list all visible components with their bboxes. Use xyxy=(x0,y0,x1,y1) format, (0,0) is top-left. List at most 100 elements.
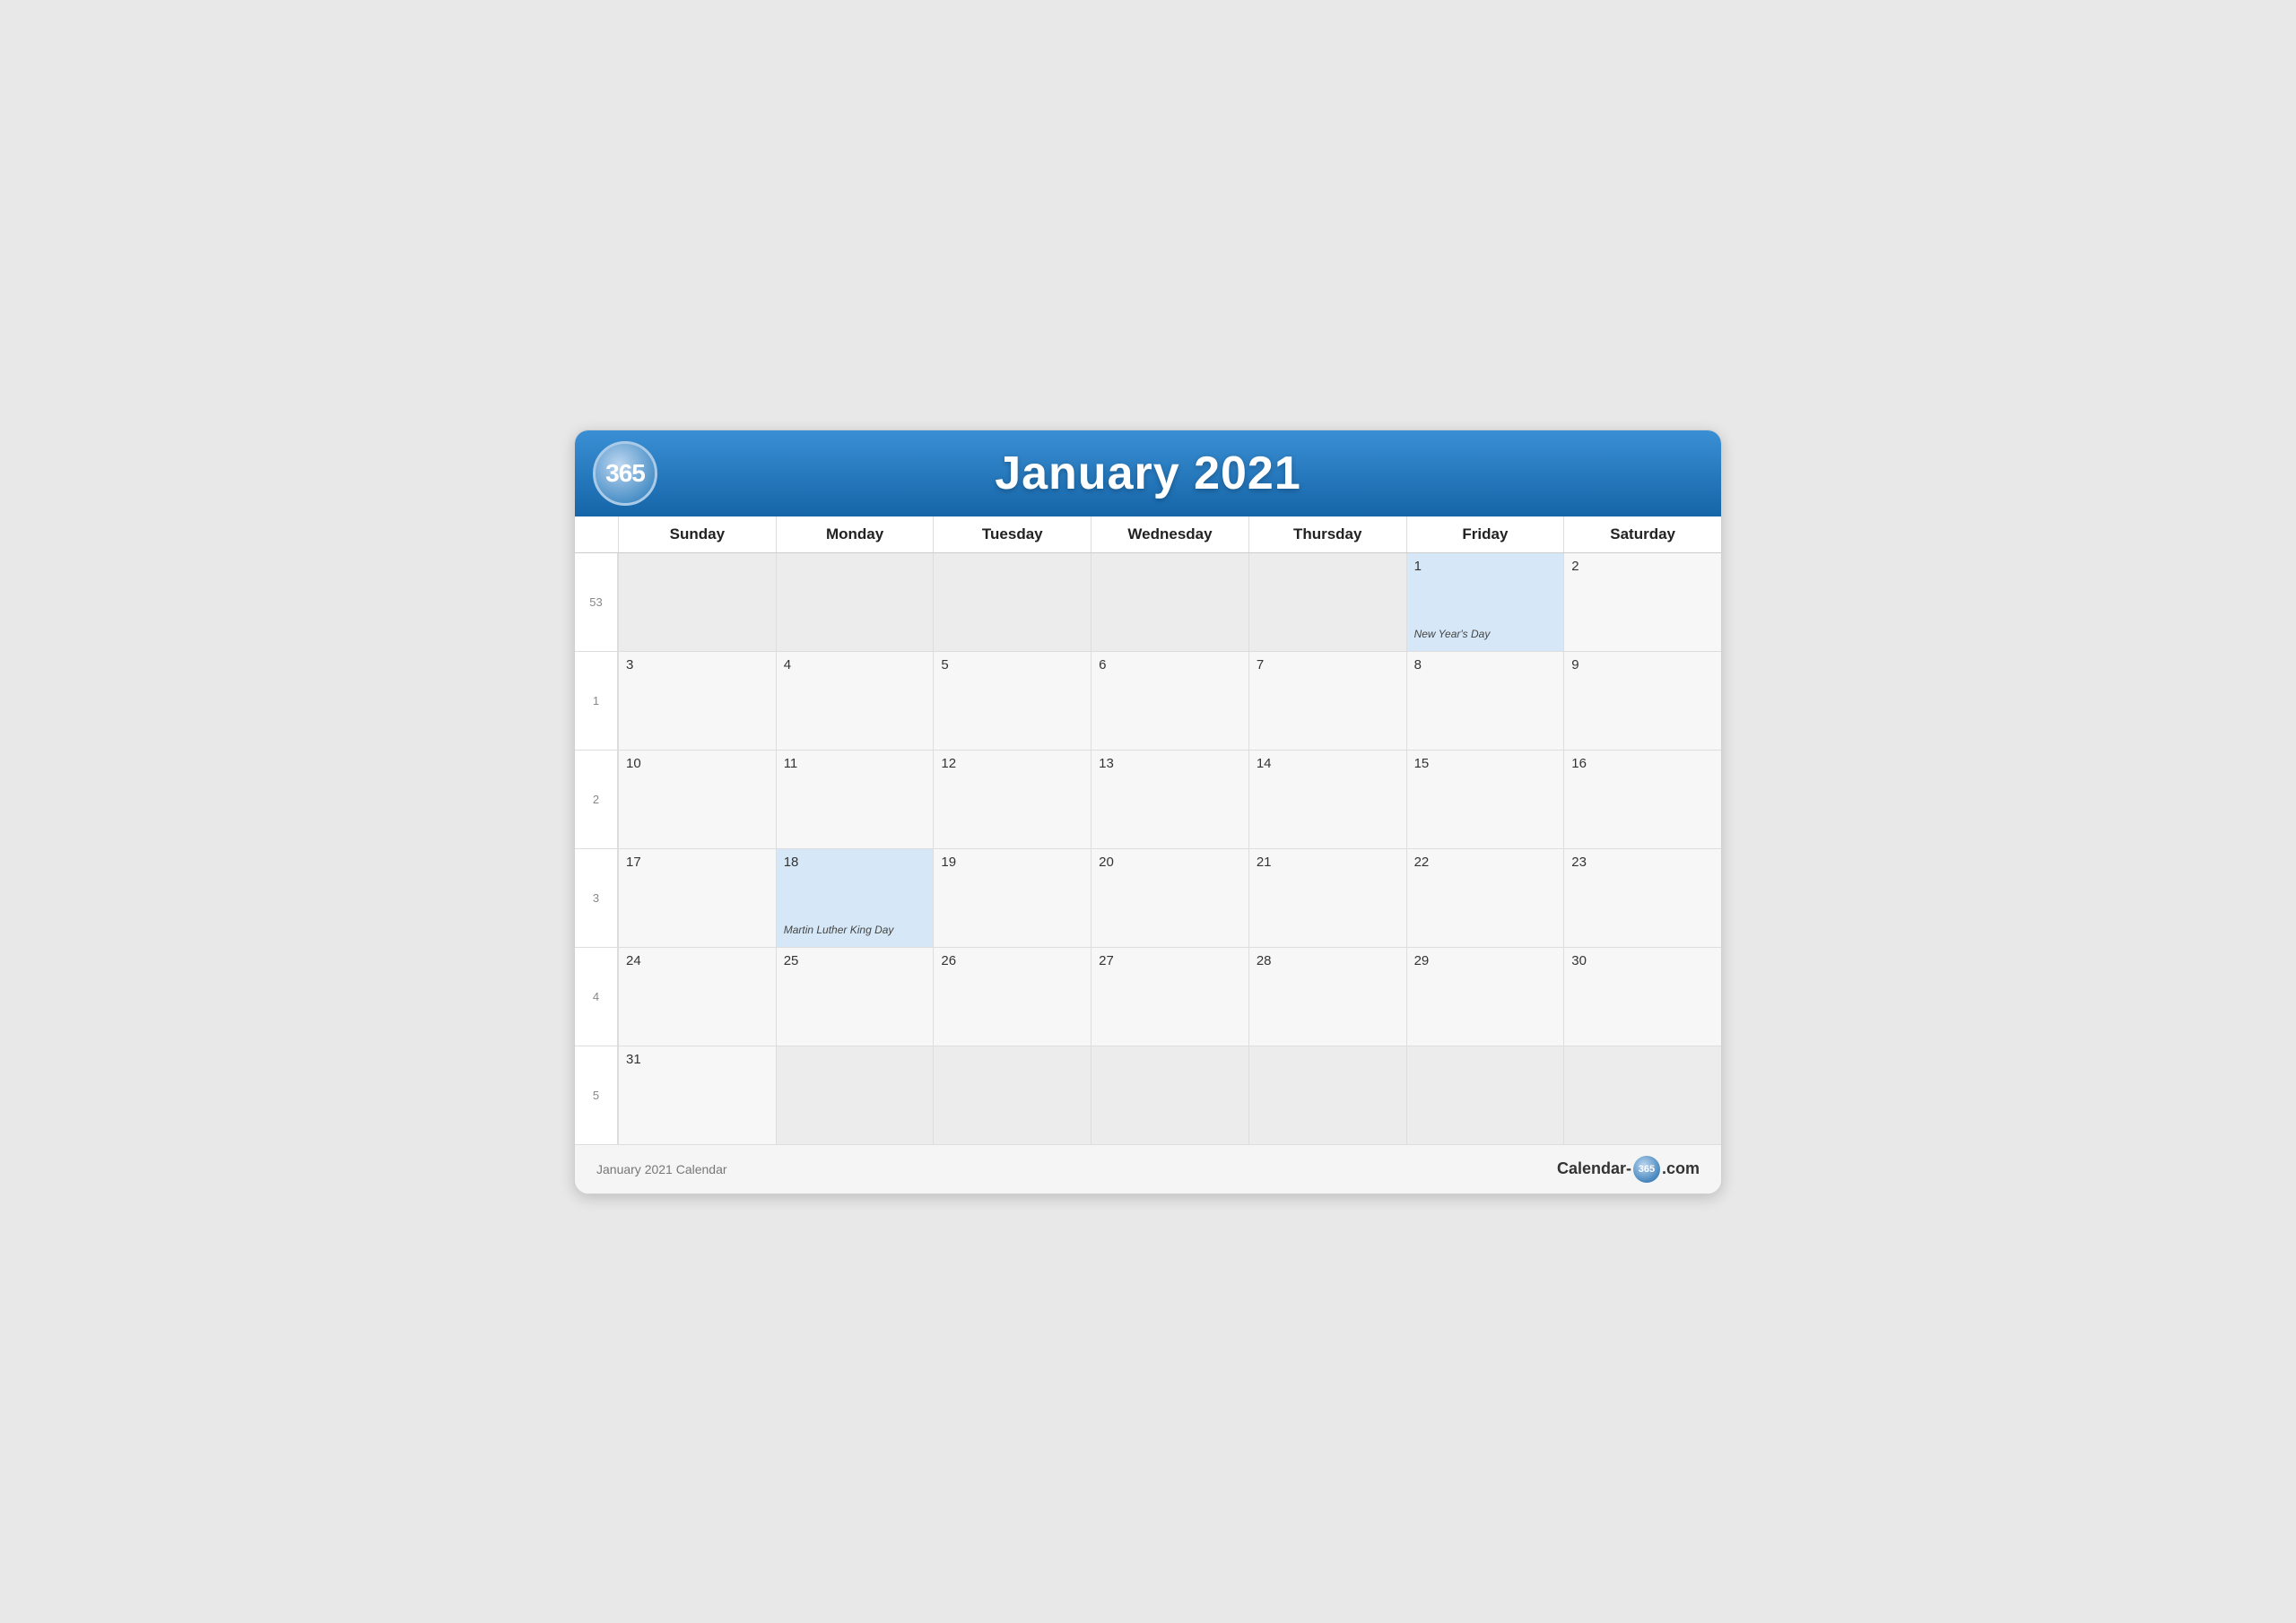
day-cell-empty-5-5[interactable] xyxy=(1406,1046,1564,1145)
day-cell-3[interactable]: 3 xyxy=(618,652,776,751)
day-number: 21 xyxy=(1257,855,1399,870)
day-number: 17 xyxy=(626,855,769,870)
day-number: 13 xyxy=(1099,756,1241,771)
day-number: 20 xyxy=(1099,855,1241,870)
day-cell-empty-5-6[interactable] xyxy=(1563,1046,1721,1145)
week-num-2: 2 xyxy=(575,751,618,849)
day-cell-11[interactable]: 11 xyxy=(776,751,934,849)
footer-badge: 365 xyxy=(1633,1156,1660,1183)
day-cell-6[interactable]: 6 xyxy=(1091,652,1248,751)
day-cell-5[interactable]: 5 xyxy=(933,652,1091,751)
day-number: 4 xyxy=(784,657,926,673)
calendar-title: January 2021 xyxy=(995,447,1301,500)
day-cell-10[interactable]: 10 xyxy=(618,751,776,849)
day-number: 27 xyxy=(1099,953,1241,968)
dow-tuesday: Tuesday xyxy=(933,516,1091,552)
day-number: 5 xyxy=(941,657,1083,673)
cal-grid: 531New Year's Day21345678921011121314151… xyxy=(575,553,1721,1145)
week-num-53: 53 xyxy=(575,553,618,652)
day-cell-empty-0-0[interactable] xyxy=(618,553,776,652)
day-cell-31[interactable]: 31 xyxy=(618,1046,776,1145)
day-number: 28 xyxy=(1257,953,1399,968)
day-number: 12 xyxy=(941,756,1083,771)
day-cell-12[interactable]: 12 xyxy=(933,751,1091,849)
day-cell-15[interactable]: 15 xyxy=(1406,751,1564,849)
day-number: 16 xyxy=(1571,756,1714,771)
day-cell-1[interactable]: 1 New Year's Day xyxy=(1406,553,1564,652)
day-number: 25 xyxy=(784,953,926,968)
day-number: 14 xyxy=(1257,756,1399,771)
day-cell-empty-5-2[interactable] xyxy=(933,1046,1091,1145)
day-number: 26 xyxy=(941,953,1083,968)
week-num-4: 4 xyxy=(575,948,618,1046)
day-cell-9[interactable]: 9 xyxy=(1563,652,1721,751)
footer-right: Calendar- 365 .com xyxy=(1557,1156,1700,1183)
day-cell-16[interactable]: 16 xyxy=(1563,751,1721,849)
day-number: 6 xyxy=(1099,657,1241,673)
day-cell-29[interactable]: 29 xyxy=(1406,948,1564,1046)
day-cell-empty-0-3[interactable] xyxy=(1091,553,1248,652)
holiday-label: Martin Luther King Day xyxy=(784,924,930,938)
day-cell-25[interactable]: 25 xyxy=(776,948,934,1046)
day-cell-13[interactable]: 13 xyxy=(1091,751,1248,849)
day-number: 8 xyxy=(1414,657,1557,673)
day-cell-7[interactable]: 7 xyxy=(1248,652,1406,751)
day-number: 18 xyxy=(784,855,926,870)
calendar-container: 365 January 2021 Sunday Monday Tuesday W… xyxy=(574,430,1722,1194)
day-number: 19 xyxy=(941,855,1083,870)
day-cell-22[interactable]: 22 xyxy=(1406,849,1564,948)
day-number: 3 xyxy=(626,657,769,673)
dow-monday: Monday xyxy=(776,516,934,552)
dow-row: Sunday Monday Tuesday Wednesday Thursday… xyxy=(575,516,1721,553)
day-number: 9 xyxy=(1571,657,1714,673)
footer-left-text: January 2021 Calendar xyxy=(596,1162,727,1176)
dow-sunday: Sunday xyxy=(618,516,776,552)
day-cell-19[interactable]: 19 xyxy=(933,849,1091,948)
day-cell-14[interactable]: 14 xyxy=(1248,751,1406,849)
day-cell-empty-0-2[interactable] xyxy=(933,553,1091,652)
page-wrapper: 365 January 2021 Sunday Monday Tuesday W… xyxy=(574,430,1722,1194)
logo-badge: 365 xyxy=(593,441,657,506)
day-number: 24 xyxy=(626,953,769,968)
week-num-3: 3 xyxy=(575,849,618,948)
day-number: 11 xyxy=(784,756,926,771)
day-cell-2[interactable]: 2 xyxy=(1563,553,1721,652)
day-number: 23 xyxy=(1571,855,1714,870)
day-cell-8[interactable]: 8 xyxy=(1406,652,1564,751)
day-number: 31 xyxy=(626,1052,769,1067)
day-cell-28[interactable]: 28 xyxy=(1248,948,1406,1046)
day-number: 22 xyxy=(1414,855,1557,870)
dow-saturday: Saturday xyxy=(1563,516,1721,552)
dow-friday: Friday xyxy=(1406,516,1564,552)
day-cell-17[interactable]: 17 xyxy=(618,849,776,948)
day-cell-4[interactable]: 4 xyxy=(776,652,934,751)
day-number: 10 xyxy=(626,756,769,771)
week-num-5: 5 xyxy=(575,1046,618,1145)
day-cell-empty-5-3[interactable] xyxy=(1091,1046,1248,1145)
holiday-label: New Year's Day xyxy=(1414,628,1561,642)
day-cell-20[interactable]: 20 xyxy=(1091,849,1248,948)
day-cell-23[interactable]: 23 xyxy=(1563,849,1721,948)
dow-thursday: Thursday xyxy=(1248,516,1406,552)
day-cell-26[interactable]: 26 xyxy=(933,948,1091,1046)
dow-wednesday: Wednesday xyxy=(1091,516,1248,552)
day-cell-24[interactable]: 24 xyxy=(618,948,776,1046)
day-cell-30[interactable]: 30 xyxy=(1563,948,1721,1046)
day-cell-empty-5-4[interactable] xyxy=(1248,1046,1406,1145)
footer-right-post: .com xyxy=(1662,1159,1700,1178)
dow-week-num-blank xyxy=(575,516,618,552)
calendar-footer: January 2021 Calendar Calendar- 365 .com xyxy=(575,1145,1721,1193)
day-number: 15 xyxy=(1414,756,1557,771)
day-number: 29 xyxy=(1414,953,1557,968)
day-cell-empty-0-1[interactable] xyxy=(776,553,934,652)
footer-right-pre: Calendar- xyxy=(1557,1159,1631,1178)
day-number: 1 xyxy=(1414,559,1557,574)
day-number: 2 xyxy=(1571,559,1714,574)
day-cell-21[interactable]: 21 xyxy=(1248,849,1406,948)
day-cell-27[interactable]: 27 xyxy=(1091,948,1248,1046)
day-cell-empty-0-4[interactable] xyxy=(1248,553,1406,652)
day-number: 7 xyxy=(1257,657,1399,673)
day-cell-empty-5-1[interactable] xyxy=(776,1046,934,1145)
calendar-header: 365 January 2021 xyxy=(575,430,1721,516)
day-cell-18[interactable]: 18 Martin Luther King Day xyxy=(776,849,934,948)
